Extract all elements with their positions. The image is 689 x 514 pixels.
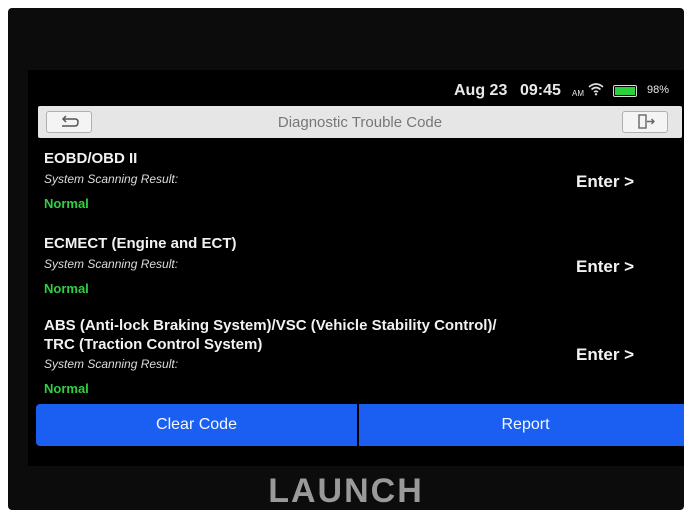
enter-button[interactable]: Enter >	[576, 172, 634, 192]
enter-button[interactable]: Enter >	[576, 257, 634, 277]
report-button[interactable]: Report	[359, 404, 684, 446]
scan-result-label: System Scanning Result:	[44, 357, 179, 371]
system-name: EOBD/OBD II	[44, 150, 138, 167]
scan-result-label: System Scanning Result:	[44, 172, 179, 186]
list-item: ECMECT (Engine and ECT) System Scanning …	[28, 235, 684, 311]
action-bar: Clear Code Report	[36, 404, 684, 446]
system-name-line2: TRC (Traction Control System)	[44, 336, 263, 353]
status-ampm: AM	[572, 89, 584, 98]
battery-icon	[613, 85, 637, 97]
exit-button[interactable]	[622, 111, 668, 133]
clear-code-button[interactable]: Clear Code	[36, 404, 357, 446]
device-screen: Aug 23 09:45 AM 98% Diagnostic Trouble C…	[28, 70, 684, 466]
status-date: Aug 23	[454, 82, 508, 99]
scan-status: Normal	[44, 281, 89, 296]
status-time: 09:45	[520, 82, 561, 99]
scan-status: Normal	[44, 381, 89, 396]
list-item: EOBD/OBD II System Scanning Result: Norm…	[28, 150, 684, 226]
scan-status: Normal	[44, 196, 89, 211]
title-bar: Diagnostic Trouble Code	[38, 106, 682, 138]
scan-result-label: System Scanning Result:	[44, 257, 179, 271]
page-title: Diagnostic Trouble Code	[277, 114, 443, 131]
scan-tool-device: Aug 23 09:45 AM 98% Diagnostic Trouble C…	[8, 8, 684, 510]
list-item: ABS (Anti-lock Braking System)/VSC (Vehi…	[28, 317, 684, 401]
exit-icon	[638, 114, 655, 129]
device-brand-logo: LAUNCH	[268, 472, 424, 510]
wifi-icon	[588, 82, 604, 99]
system-name: ECMECT (Engine and ECT)	[44, 235, 237, 252]
system-name: ABS (Anti-lock Braking System)/VSC (Vehi…	[44, 317, 497, 334]
battery-percent: 98%	[647, 84, 670, 96]
status-bar: Aug 23 09:45 AM 98%	[28, 80, 684, 104]
enter-button[interactable]: Enter >	[576, 345, 634, 365]
